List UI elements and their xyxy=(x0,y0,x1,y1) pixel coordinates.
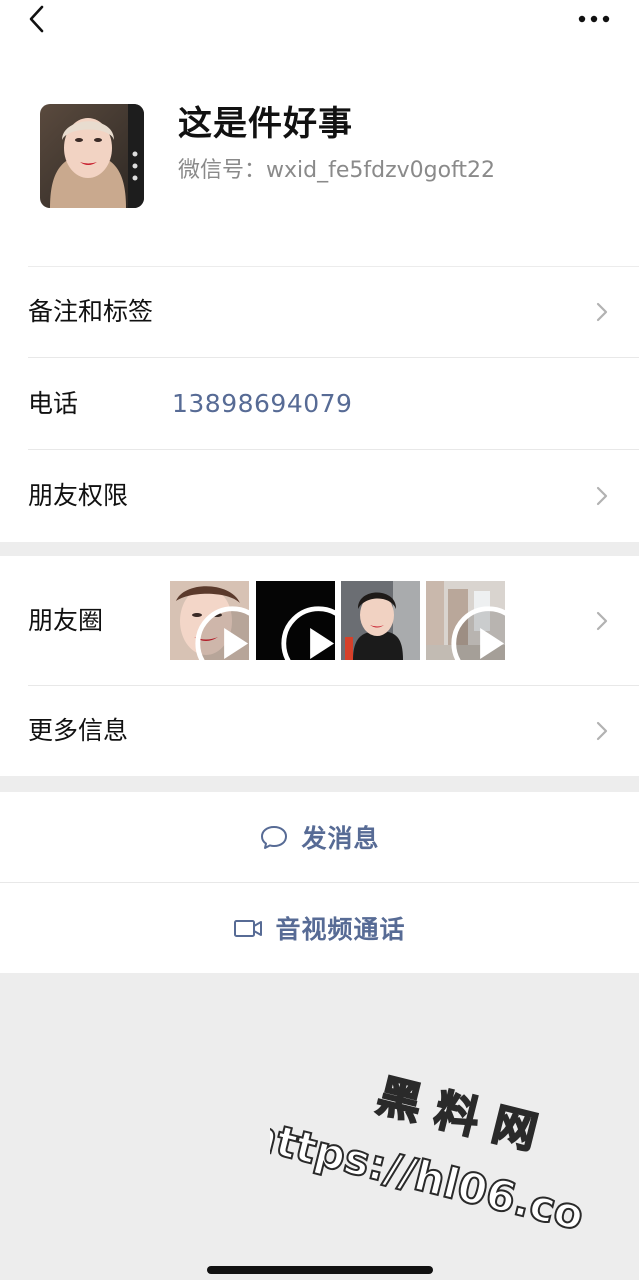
more-options-button[interactable] xyxy=(577,10,611,28)
remark-tags-label: 备注和标签 xyxy=(28,297,154,326)
moments-thumbnail[interactable] xyxy=(426,581,505,660)
profile-header: 这是件好事 微信号：wxid_fe5fdzv0goft22 xyxy=(0,62,639,266)
profile-name: 这是件好事 xyxy=(178,104,353,144)
navigation-bar xyxy=(0,0,639,62)
chevron-right-icon xyxy=(595,485,609,507)
moments-thumbnail[interactable] xyxy=(256,581,335,660)
chevron-right-icon xyxy=(595,610,609,632)
remark-tags-row[interactable]: 备注和标签 xyxy=(0,266,639,358)
moments-thumbnail[interactable] xyxy=(170,581,249,660)
moments-label: 朋友圈 xyxy=(28,606,104,635)
avatar[interactable] xyxy=(40,104,144,208)
friend-permissions-label: 朋友权限 xyxy=(28,481,129,510)
send-message-button[interactable]: 发消息 xyxy=(0,792,639,882)
home-indicator xyxy=(207,1266,433,1274)
video-call-button[interactable]: 音视频通话 xyxy=(0,883,639,973)
more-info-label: 更多信息 xyxy=(28,716,129,745)
chevron-left-icon xyxy=(29,5,44,33)
phone-number[interactable]: 13898694079 xyxy=(172,358,352,450)
moments-section: 朋友圈 更多信息 xyxy=(0,556,639,776)
play-icon xyxy=(451,606,505,660)
chevron-right-icon xyxy=(595,720,609,742)
moments-row[interactable]: 朋友圈 xyxy=(0,556,639,686)
watermark: 黑 料 网 https://hl06.co xyxy=(270,1062,590,1252)
chevron-right-icon xyxy=(595,301,609,323)
chat-bubble-icon xyxy=(259,823,289,851)
send-message-label: 发消息 xyxy=(301,824,380,853)
play-icon xyxy=(281,606,335,660)
back-button[interactable] xyxy=(22,2,52,36)
more-horizontal-icon xyxy=(578,15,610,23)
phone-label: 电话 xyxy=(28,389,79,418)
play-icon xyxy=(195,606,249,660)
friend-permissions-row[interactable]: 朋友权限 xyxy=(0,450,639,542)
actions-section: 发消息 音视频通话 xyxy=(0,792,639,973)
avatar-image xyxy=(40,104,144,208)
contact-info-section: 备注和标签 电话 13898694079 朋友权限 xyxy=(0,266,639,542)
video-camera-icon xyxy=(233,914,263,942)
more-info-row[interactable]: 更多信息 xyxy=(0,686,639,776)
wechat-id: 微信号：wxid_fe5fdzv0goft22 xyxy=(178,158,496,183)
moments-thumbnail[interactable] xyxy=(341,581,420,660)
video-call-label: 音视频通话 xyxy=(275,915,406,944)
phone-row[interactable]: 电话 13898694079 xyxy=(0,358,639,450)
